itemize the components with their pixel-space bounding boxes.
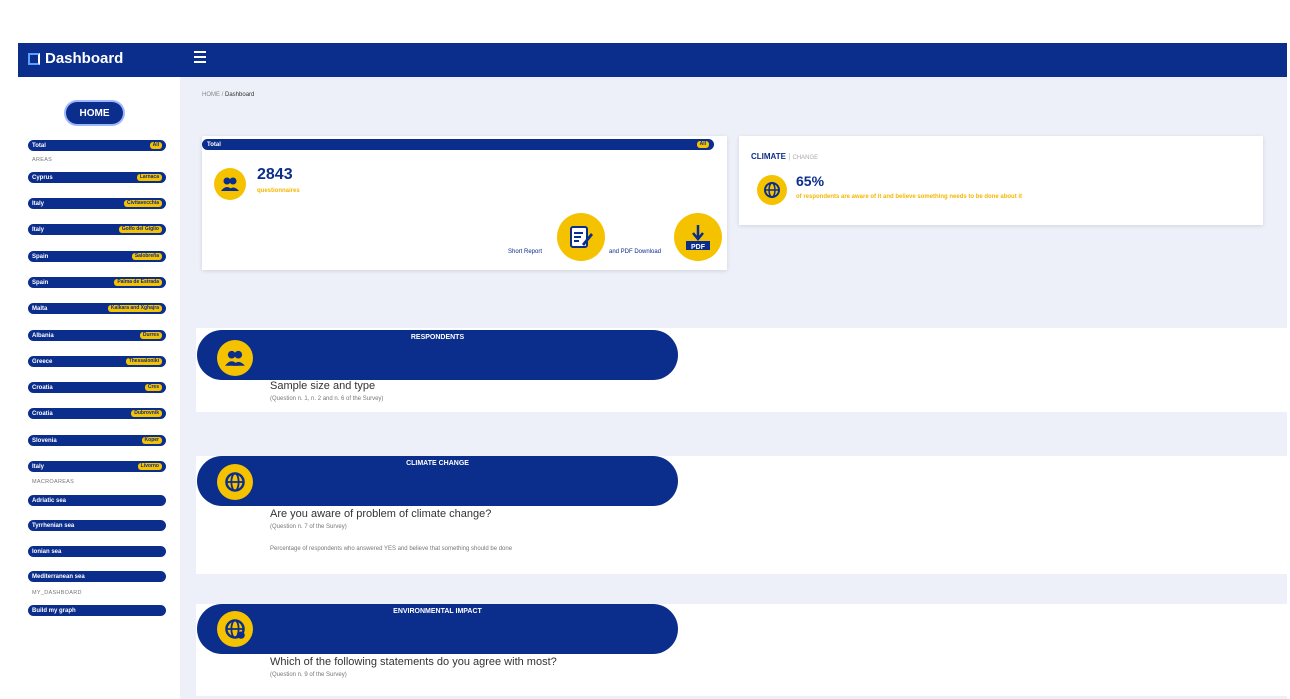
sidebar: HOME Total All AREAS Cyprus Larnaca Italy…: [18, 77, 180, 699]
sidebar-item-macroarea[interactable]: Tyrrhenian sea: [28, 520, 166, 531]
areas-label: AREAS: [32, 157, 53, 163]
home-button[interactable]: HOME: [66, 102, 123, 124]
section-subtitle: (Question n. 9 of the Survey): [270, 672, 347, 678]
top-navbar: Dashboard: [18, 43, 1287, 77]
environment-globe-icon: [217, 611, 253, 647]
section-question: Sample size and type: [270, 380, 376, 392]
section-subtitle: (Question n. 1, n. 2 and n. 6 of the Sur…: [270, 396, 384, 402]
breadcrumb-current: Dashboard: [225, 92, 255, 98]
sidebar-item-area[interactable]: Croatia Cres: [28, 382, 166, 393]
brand-logo[interactable]: Dashboard: [28, 50, 123, 67]
climate-globe-icon: [217, 464, 253, 500]
questionnaires-label: questionnaires: [257, 188, 300, 194]
section-question: Are you aware of problem of climate chan…: [270, 508, 492, 520]
sidebar-item-area[interactable]: Spain Palma de Estrada: [28, 277, 166, 288]
climate-percent: 65%: [796, 173, 825, 189]
total-card: Total All 2843 questionnaires Short Repo…: [202, 136, 727, 270]
macroareas-label: MACROAREAS: [32, 479, 75, 485]
sidebar-item-total[interactable]: Total All: [28, 140, 166, 151]
breadcrumb: HOME / Dashboard: [202, 92, 255, 98]
section-title: CLIMATE CHANGE: [406, 460, 469, 467]
sidebar-item-area[interactable]: Slovenia Koper: [28, 435, 166, 446]
respondents-header-bar: RESPONDENTS: [197, 330, 678, 380]
sidebar-item-area[interactable]: Greece Thessaloniki: [28, 356, 166, 367]
section-question: Which of the following statements do you…: [270, 656, 557, 668]
section-title: RESPONDENTS: [410, 334, 465, 341]
sidebar-item-area[interactable]: Cyprus Larnaca: [28, 172, 166, 183]
section-title: ENVIRONMENTAL IMPACT: [393, 608, 482, 615]
sidebar-item-macroarea[interactable]: Adriatic sea: [28, 495, 166, 506]
section-note: Percentage of respondents who answered Y…: [270, 546, 513, 552]
sidebar-item-area[interactable]: Albania Durres: [28, 330, 166, 341]
breadcrumb-home[interactable]: HOME: [202, 92, 220, 98]
climate-card-title: CLIMATE | CHANGE: [751, 152, 819, 161]
app-frame: Dashboard HOME Total All AREAS Cyprus Lar…: [18, 43, 1287, 699]
sidebar-item-area[interactable]: Spain Salobreña: [28, 251, 166, 262]
questionnaires-count: 2843: [257, 166, 293, 183]
sidebar-item-area[interactable]: Croatia Dubrovnik: [28, 408, 166, 419]
environmental-impact-header-bar: ENVIRONMENTAL IMPACT: [197, 604, 678, 654]
sidebar-item-area[interactable]: Italy Civitavecchia: [28, 198, 166, 209]
build-my-graph-button[interactable]: Build my graph: [28, 605, 166, 616]
users-icon: [214, 168, 246, 200]
sidebar-item-area[interactable]: Italy Golfo del Giglio: [28, 224, 166, 235]
pdf-badge-text: PDF: [691, 244, 706, 251]
sidebar-item-area[interactable]: Malta Kalkara and Xghajra: [28, 303, 166, 314]
respondents-users-icon: [217, 340, 253, 376]
climate-card: CLIMATE | CHANGE 65% of respondents are …: [739, 136, 1263, 225]
short-report-link[interactable]: Short Report: [508, 249, 542, 255]
pdf-download-icon[interactable]: PDF: [674, 213, 722, 261]
pdf-download-link[interactable]: and PDF Download: [609, 249, 661, 255]
sidebar-item-area[interactable]: Italy Livorno: [28, 461, 166, 472]
sidebar-item-macroarea[interactable]: Mediterranean sea: [28, 571, 166, 582]
climate-description: of respondents are aware of it and belie…: [796, 194, 1023, 200]
section-subtitle: (Question n. 7 of the Survey): [270, 524, 347, 530]
brand-title: Dashboard: [45, 50, 124, 67]
total-card-header: Total All: [202, 139, 714, 150]
climate-change-header-bar: CLIMATE CHANGE: [197, 456, 678, 506]
climate-globe-icon: [757, 175, 787, 205]
logo-icon: [28, 52, 40, 65]
report-edit-icon[interactable]: [557, 213, 605, 261]
menu-toggle-icon[interactable]: [194, 51, 206, 65]
my-dashboard-label: MY_DASHBOARD: [32, 590, 82, 596]
sidebar-item-macroarea[interactable]: Ionian sea: [28, 546, 166, 557]
